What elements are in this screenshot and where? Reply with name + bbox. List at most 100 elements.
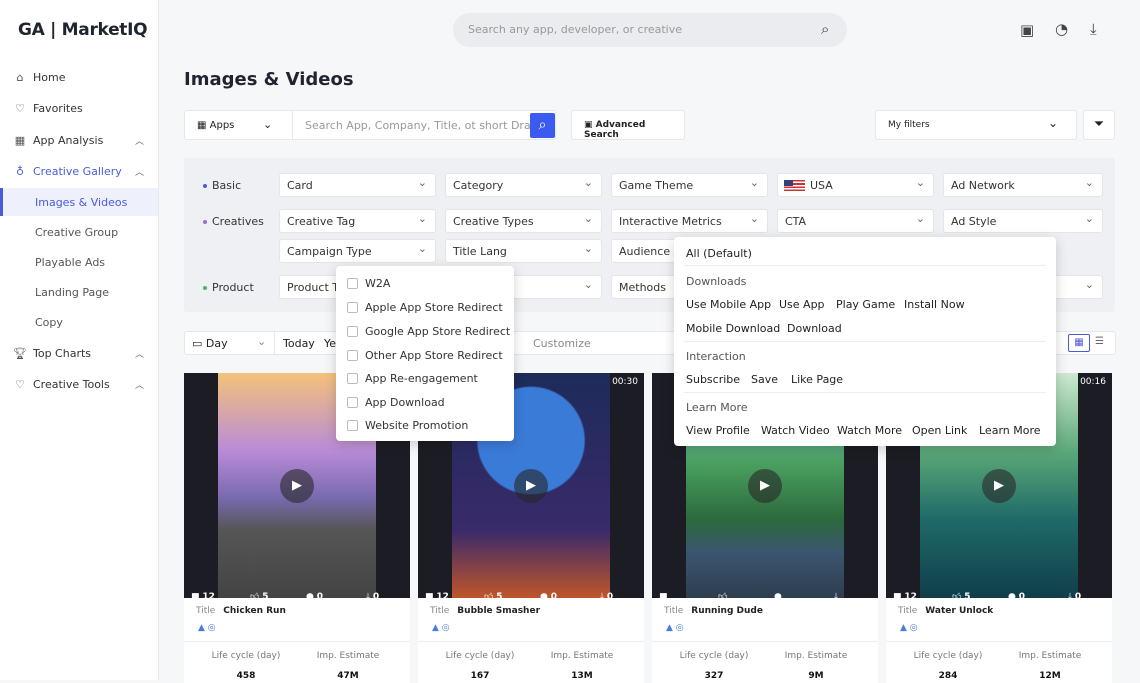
history-icon[interactable]: ◔ xyxy=(1055,20,1068,38)
search-icon[interactable]: ⌕ xyxy=(821,20,829,38)
category-select[interactable]: Category xyxy=(445,173,602,197)
sidebar: GA | MarketIQ ⌂ Home ♡ Favorites ▦ App Anal… xyxy=(0,0,159,680)
option-download[interactable]: Download xyxy=(787,322,842,335)
option-save[interactable]: Save xyxy=(751,373,778,386)
play-icon[interactable]: ▶ xyxy=(514,469,548,503)
campaign-type-select[interactable]: Campaign Type xyxy=(279,239,436,263)
funnel-icon[interactable]: ⏷ xyxy=(1083,110,1115,140)
sidebar-item-top-charts[interactable]: 🏆︎ Top Charts ︿ xyxy=(0,339,158,367)
sidebar-item-creative-group[interactable]: Creative Group xyxy=(0,218,158,246)
sidebar-item-playable-ads[interactable]: Playable Ads xyxy=(0,248,158,276)
grid-view-icon[interactable]: ▦ xyxy=(1068,334,1090,352)
option-use-app[interactable]: Use App xyxy=(779,298,825,311)
checkbox[interactable] xyxy=(347,420,358,431)
sidebar-item-creative-tools[interactable]: ♡ Creative Tools ︿ xyxy=(0,370,158,398)
option-all-default[interactable]: All (Default) xyxy=(686,247,752,260)
yesterday-option[interactable]: Ye xyxy=(324,337,336,350)
option-w2a[interactable]: W2A xyxy=(347,277,390,290)
title-row: Title Running Dude xyxy=(664,606,763,616)
title-lang-select[interactable]: Title Lang xyxy=(445,239,602,263)
sidebar-item-favorites[interactable]: ♡ Favorites xyxy=(0,94,158,122)
creative-types-select[interactable]: Creative Types xyxy=(445,209,602,233)
lifecycle-label: Life cycle (day) xyxy=(211,651,281,661)
lifecycle-label: Life cycle (day) xyxy=(445,651,515,661)
chevron-up-icon: ︿ xyxy=(134,136,144,147)
country-select[interactable]: USA xyxy=(777,173,934,197)
app-search-input[interactable]: Search App, Company, Title, ot short Dra… xyxy=(305,119,533,132)
checkbox[interactable] xyxy=(347,302,358,313)
message-icon[interactable]: ▣ xyxy=(1020,21,1034,39)
sidebar-item-copy[interactable]: Copy xyxy=(0,308,158,336)
play-icon[interactable]: ▶ xyxy=(280,469,314,503)
option-mobile-download[interactable]: Mobile Download xyxy=(686,322,780,335)
interactive-metrics-select[interactable]: Interactive Metrics xyxy=(611,209,768,233)
checkbox[interactable] xyxy=(347,350,358,361)
duration: 00:16 xyxy=(1080,377,1106,387)
bulb-icon: ♁ xyxy=(15,164,25,178)
list-view-icon[interactable]: ☰ xyxy=(1095,336,1104,347)
sidebar-item-images-videos[interactable]: Images & Videos xyxy=(0,188,158,216)
option-learn-more[interactable]: Learn More xyxy=(979,424,1041,437)
imp-label: Imp. Estimate xyxy=(784,651,848,661)
scope-select[interactable]: ▦ Apps xyxy=(197,120,234,131)
creative-tag-select[interactable]: Creative Tag xyxy=(279,209,436,233)
creative-title[interactable]: Bubble Smasher xyxy=(457,606,540,616)
day-select[interactable]: ▭ Day xyxy=(192,337,228,350)
checkbox[interactable] xyxy=(347,278,358,289)
option-watch-more[interactable]: Watch More xyxy=(837,424,902,437)
card-select[interactable]: Card xyxy=(279,173,436,197)
my-filters-label: My filters xyxy=(888,120,930,130)
option-open-link[interactable]: Open Link xyxy=(912,424,967,437)
my-filters-select[interactable]: My filters ⌄ xyxy=(875,110,1077,140)
option-use-mobile-app[interactable]: Use Mobile App xyxy=(686,298,771,311)
cta-select[interactable]: CTA xyxy=(777,209,934,233)
creative-title[interactable]: Water Unlock xyxy=(925,606,993,616)
title-label: Title xyxy=(898,606,918,616)
downloads: ⤓ xyxy=(834,592,838,598)
scope-label: Apps xyxy=(209,120,235,131)
checkbox[interactable] xyxy=(347,326,358,337)
ad-network-select[interactable]: Ad Network xyxy=(943,173,1103,197)
imp-label: Imp. Estimate xyxy=(316,651,380,661)
option-website-promotion[interactable]: Website Promotion xyxy=(347,419,468,432)
ad-style-select[interactable]: Ad Style xyxy=(943,209,1103,233)
play-icon[interactable]: ▶ xyxy=(982,469,1016,503)
network-icon: ▲ xyxy=(432,623,439,633)
search-button[interactable]: ⌕ xyxy=(530,113,555,138)
chevron-down-icon: ⌄ xyxy=(1047,116,1058,130)
creative-title[interactable]: Running Dude xyxy=(691,606,763,616)
network-icons: ▲ ◎ xyxy=(432,623,450,633)
likes: 👍︎ 5 xyxy=(250,592,269,598)
checkbox[interactable] xyxy=(347,397,358,408)
option-re-engagement[interactable]: App Re-engagement xyxy=(347,372,478,385)
advanced-search-button[interactable]: ▣ Advanced Search xyxy=(571,110,685,140)
option-play-game[interactable]: Play Game xyxy=(836,298,895,311)
video-count: ■ xyxy=(659,592,668,598)
game-theme-select[interactable]: Game Theme xyxy=(611,173,768,197)
logo: GA | MarketIQ xyxy=(18,20,148,40)
customize-option[interactable]: Customize xyxy=(533,337,591,350)
sidebar-item-creative-gallery[interactable]: ♁ Creative Gallery ︿ xyxy=(0,157,158,185)
sidebar-item-landing-page[interactable]: Landing Page xyxy=(0,278,158,306)
download-icon[interactable]: ⤓ xyxy=(1090,20,1097,38)
option-app-download[interactable]: App Download xyxy=(347,396,445,409)
label: Creative Gallery xyxy=(33,164,122,178)
option-subscribe[interactable]: Subscribe xyxy=(686,373,740,386)
option-watch-video[interactable]: Watch Video xyxy=(761,424,830,437)
option-like-page[interactable]: Like Page xyxy=(791,373,843,386)
sidebar-item-app-analysis[interactable]: ▦ App Analysis ︿ xyxy=(0,126,158,154)
network-icon: ▲ xyxy=(198,623,205,633)
sidebar-item-home[interactable]: ⌂ Home xyxy=(0,63,158,91)
creative-title[interactable]: Chicken Run xyxy=(223,606,286,616)
today-option[interactable]: Today xyxy=(283,337,315,350)
option-view-profile[interactable]: View Profile xyxy=(686,424,750,437)
option-google-redirect[interactable]: Google App Store Redirect xyxy=(347,325,510,338)
likes-value: 5 xyxy=(964,592,971,598)
checkbox[interactable] xyxy=(347,373,358,384)
global-search-input[interactable]: Search any app, developer, or creative xyxy=(453,13,847,47)
play-icon[interactable]: ▶ xyxy=(748,469,782,503)
option-other-redirect[interactable]: Other App Store Redirect xyxy=(347,349,503,362)
label: Home xyxy=(33,70,66,84)
option-install-now[interactable]: Install Now xyxy=(904,298,965,311)
option-apple-redirect[interactable]: Apple App Store Redirect xyxy=(347,301,503,314)
